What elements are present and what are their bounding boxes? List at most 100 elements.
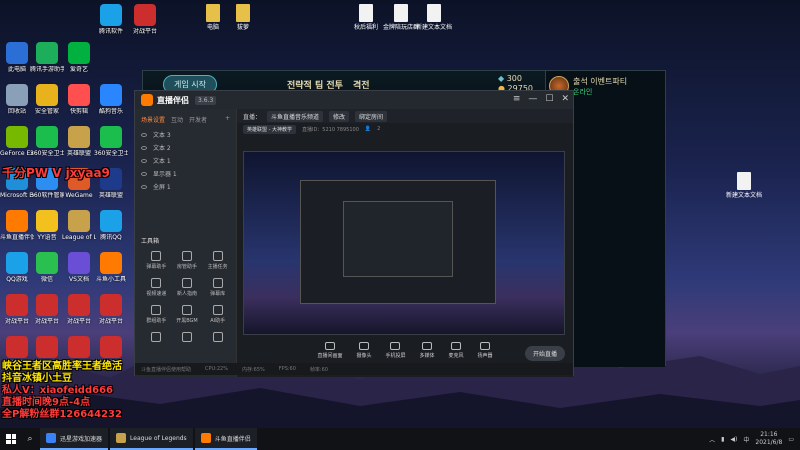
stream-app-window[interactable]: 直播伴侣 3.6.3 ≡ — ☐ ✕ 场景设置 互动 开发者 + 文本 3 文本 …: [134, 90, 574, 377]
desktop-icon[interactable]: 对战平台: [0, 294, 34, 325]
toolbar-button[interactable]: 手机投屏: [385, 341, 406, 359]
eye-icon[interactable]: [141, 158, 147, 163]
file-icon: [737, 172, 751, 190]
file-icon: [236, 4, 250, 22]
tool-item[interactable]: 弹幕助手: [141, 251, 172, 270]
tool-item[interactable]: [202, 332, 233, 344]
search-icon[interactable]: ⌕: [22, 428, 38, 450]
tool-item[interactable]: 主播任务: [202, 251, 233, 270]
scene-item[interactable]: 文本 3: [135, 128, 236, 141]
toolbar-button[interactable]: 麦克风: [449, 341, 464, 359]
eye-icon[interactable]: [141, 145, 147, 150]
network-icon[interactable]: ▮: [721, 436, 724, 443]
desktop-icon[interactable]: 对战平台: [128, 4, 162, 35]
tool-item[interactable]: 群组助手: [141, 305, 172, 324]
desktop-icon[interactable]: 对战平台: [94, 294, 128, 325]
add-scene-icon[interactable]: +: [225, 115, 230, 124]
tool-item[interactable]: [172, 332, 203, 344]
tool-icon: [151, 305, 162, 315]
maximize-icon[interactable]: ☐: [545, 94, 553, 104]
tab-scene[interactable]: 场景设置: [141, 115, 165, 124]
scene-item[interactable]: 文本 1: [135, 154, 236, 167]
stream-preview[interactable]: [243, 151, 565, 335]
taskbar-app[interactable]: 斗鱼直播伴侣: [194, 428, 257, 450]
toolbar-button[interactable]: 直播间画面: [317, 341, 342, 359]
toolbar-icon: [451, 341, 462, 350]
tool-item[interactable]: 弹幕库: [202, 278, 233, 297]
edit-button[interactable]: 修改: [329, 110, 350, 122]
desktop-file-icon[interactable]: 新建文本文档: [414, 4, 454, 31]
nested-window-preview: [300, 180, 496, 304]
go-live-button[interactable]: 开始直播: [524, 346, 565, 361]
be-icon: ◆: [498, 74, 505, 83]
desktop-icon[interactable]: 360安全卫士: [30, 126, 64, 157]
tool-item[interactable]: 房管助手: [172, 251, 203, 270]
language-indicator[interactable]: 中: [743, 435, 749, 444]
scene-item[interactable]: 全屏 1: [135, 180, 236, 193]
tab-developer[interactable]: 开发者: [189, 115, 207, 124]
chevron-up-icon[interactable]: ︿: [709, 435, 715, 444]
desktop-file-icon[interactable]: 拔萝: [223, 4, 263, 31]
tab-interact[interactable]: 互动: [171, 115, 183, 124]
scene-item[interactable]: 文本 2: [135, 141, 236, 154]
eye-icon[interactable]: [141, 132, 147, 137]
tool-item[interactable]: [141, 332, 172, 344]
tool-item[interactable]: 开黑BGM: [172, 305, 203, 324]
desktop-icon[interactable]: 斗鱼小工具: [94, 252, 128, 283]
desktop-file-icon-right[interactable]: 新建文本文档: [724, 172, 764, 199]
desktop-icon[interactable]: 微信: [30, 252, 64, 283]
desktop-icon[interactable]: 腾讯手游助手: [30, 42, 64, 73]
bottom-toolbar: 直播间画面 摄像头 手机投屏 多媒体 麦克风 扬声器: [237, 335, 573, 365]
viewer-icon: 👤: [364, 126, 372, 132]
eye-icon[interactable]: [141, 171, 147, 176]
taskbar-app[interactable]: League of Legends: [110, 428, 193, 450]
notification-icon[interactable]: ▭: [788, 436, 794, 443]
clock[interactable]: 21:16 2021/6/8: [755, 431, 782, 447]
toolbar-icon: [324, 341, 335, 350]
room-id: 直播ID：5210 7895100: [301, 126, 359, 133]
desktop-icon[interactable]: YY语音: [30, 210, 64, 241]
desktop-icon[interactable]: 快剪辑: [62, 84, 96, 115]
desktop-icon[interactable]: 英雄联盟: [62, 126, 96, 157]
eye-icon[interactable]: [141, 184, 147, 189]
desktop-icon[interactable]: 此电脑: [0, 42, 34, 73]
taskbar-app[interactable]: 迅星游戏加速器: [40, 428, 109, 450]
volume-icon[interactable]: ◀): [730, 436, 737, 443]
desktop-icon[interactable]: QQ游戏: [0, 252, 34, 283]
start-button[interactable]: [0, 428, 22, 450]
toolbar-button[interactable]: 扬声器: [478, 341, 493, 359]
douyu-logo-icon: [141, 94, 153, 106]
app-icon: [46, 433, 56, 443]
minimize-icon[interactable]: —: [528, 94, 537, 104]
desktop-icon[interactable]: 对战平台: [30, 294, 64, 325]
tool-icon: [181, 305, 192, 315]
room-button[interactable]: 绑定房间: [355, 110, 388, 122]
desktop-icon[interactable]: 对战平台: [62, 294, 96, 325]
desktop-icon[interactable]: 安全管家: [30, 84, 64, 115]
desktop-icon[interactable]: League of Legends: [62, 210, 96, 241]
desktop-icon[interactable]: GeForce Experience: [0, 126, 34, 157]
close-icon[interactable]: ✕: [561, 94, 569, 104]
desktop-icon[interactable]: 腾讯软件: [94, 4, 128, 35]
scene-item[interactable]: 显示器 1: [135, 167, 236, 180]
desktop-icon[interactable]: 爱奇艺: [62, 42, 96, 73]
live-title[interactable]: 斗鱼直播音乐频道: [267, 110, 324, 122]
desktop-icon[interactable]: 酷狗音乐: [94, 84, 128, 115]
desktop-icon[interactable]: 回收站: [0, 84, 34, 115]
tool-item[interactable]: 新人指南: [172, 278, 203, 297]
category-chip[interactable]: 英雄联盟 - 大神教学: [243, 124, 296, 134]
toolbar-button[interactable]: 多媒体: [420, 341, 435, 359]
live-title-row: 直播： 斗鱼直播音乐频道 修改 绑定房间: [237, 109, 573, 123]
menu-icon[interactable]: ≡: [513, 94, 521, 104]
desktop-icon[interactable]: VS文档: [62, 252, 96, 283]
app-icon: [68, 252, 90, 274]
desktop-icon[interactable]: 腾讯QQ: [94, 210, 128, 241]
tool-item[interactable]: 视频速递: [141, 278, 172, 297]
desktop-icon[interactable]: 360安全卫士: [94, 126, 128, 157]
tool-icon: [151, 332, 162, 342]
toolbar-icon: [358, 341, 369, 350]
desktop-file-icon[interactable]: 秋后福利: [346, 4, 386, 31]
tool-item[interactable]: AI助手: [202, 305, 233, 324]
toolbar-button[interactable]: 摄像头: [356, 341, 371, 359]
desktop-icon[interactable]: 斗鱼直播伴侣: [0, 210, 34, 241]
